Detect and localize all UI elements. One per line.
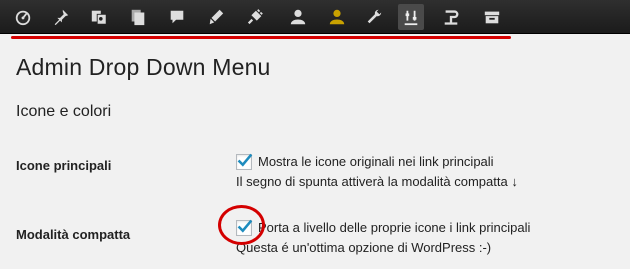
main-icons-note: Il segno di spunta attiverà la modalità … <box>236 174 518 189</box>
appearance-icon[interactable] <box>205 6 227 28</box>
pin-icon[interactable] <box>50 6 72 28</box>
dashboard-icon[interactable] <box>12 6 34 28</box>
main-icons-option-text: Mostra le icone originali nei link princ… <box>258 154 494 169</box>
compact-mode-note: Questa é un'ottima opzione di WordPress … <box>236 240 492 255</box>
checkmark-icon <box>237 153 253 167</box>
media-icon[interactable] <box>88 6 110 28</box>
admin-toolbar <box>0 0 630 34</box>
main-icons-checkbox[interactable] <box>236 153 253 170</box>
arrow-return-icon[interactable] <box>440 6 462 28</box>
comments-icon[interactable] <box>166 6 188 28</box>
main-icons-label: Icone principali <box>16 158 112 173</box>
compact-mode-label: Modalità compatta <box>16 227 131 242</box>
user-gold-icon[interactable] <box>326 6 348 28</box>
section-title: Icone e colori <box>16 103 112 120</box>
users-icon[interactable] <box>287 6 309 28</box>
tools-icon[interactable] <box>363 6 385 28</box>
settings-icon[interactable] <box>398 4 424 30</box>
highlight-underline <box>11 36 511 39</box>
plugins-icon[interactable] <box>244 6 266 28</box>
compact-mode-option-text: Porta a livello delle proprie icone i li… <box>258 220 531 235</box>
page-title: Admin Drop Down Menu <box>16 54 271 80</box>
archive-icon[interactable] <box>481 6 503 28</box>
pages-icon[interactable] <box>127 6 149 28</box>
highlight-circle <box>218 205 265 245</box>
